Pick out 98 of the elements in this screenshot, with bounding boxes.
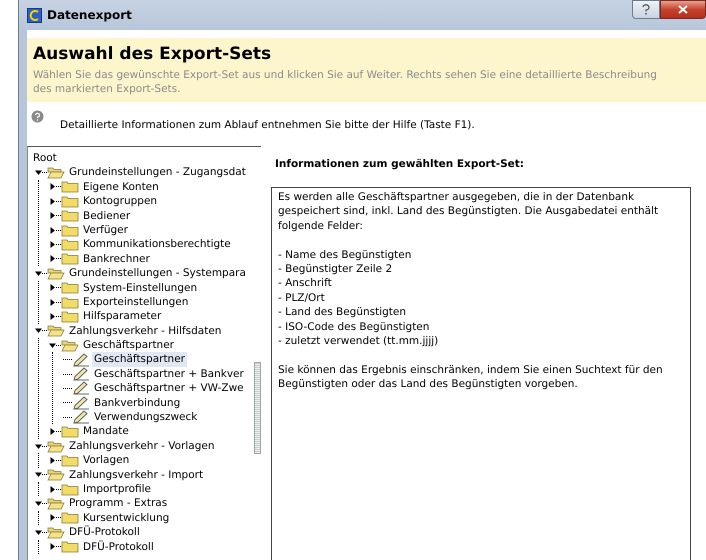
tree-item[interactable]: Kontogruppen [81,194,160,209]
field-list-item: - PLZ/Ort [278,290,326,306]
collapse-arrow-icon[interactable] [49,342,56,349]
expand-arrow-icon[interactable] [49,241,56,248]
collapse-arrow-icon[interactable] [35,270,42,277]
tree-item[interactable]: Geschäftspartner + Bankver [92,366,246,382]
field-list-item: - Begünstigter Zeile 2 [278,262,394,276]
help-text: Detaillierte Informationen zum Ablauf entnehmen Sie bitte der Hilfe (Taste F1). [60,119,475,131]
tree-item[interactable]: Hilfsparameter [81,309,164,324]
tree-item[interactable]: Bediener [81,208,132,223]
expand-arrow-icon[interactable] [49,428,56,436]
pencil-icon [72,381,90,396]
pencil-icon [72,396,90,410]
tree-item[interactable]: Programm - Extras [67,496,170,511]
collapse-arrow-icon[interactable] [35,500,42,508]
expand-arrow-icon[interactable] [49,212,56,220]
expand-arrow-icon[interactable] [49,198,56,205]
folder-icon [61,281,79,294]
expand-arrow-icon[interactable] [49,486,56,493]
pencil-icon [72,367,90,382]
tree-item[interactable]: Verwendungszweck [92,410,200,424]
folder-icon [61,209,79,222]
folder-icon [61,482,79,496]
tree-item[interactable]: Zahlungsverkehr - Vorlagen [67,438,216,454]
help-icon [31,110,44,123]
open-folder-icon [47,526,65,539]
field-list-item: - Name des Begünstigten [278,248,412,262]
open-folder-icon [47,497,65,510]
folder-icon [61,540,79,554]
page-description: Wählen Sie das gewünschte Export-Set aus und klicken Sie auf Weiter. Rechts sehen Sie eine detaillierte Beschreibung des markierten Export-Sets. [33,68,658,96]
tree-item[interactable]: DFÜ-Protokoll [67,525,142,540]
tree-item[interactable]: Verfüger [81,222,130,238]
description-text: Es werden alle Geschäftspartner ausgegeben, die in der Datenbank gespeichert sind, inkl. Land des Begünstigten. Die Ausgabedatei enthält folgende Felder: [278,190,660,234]
expand-arrow-icon[interactable] [49,456,56,464]
tree-item[interactable]: Zahlungsverkehr - Hilfsdaten [67,324,224,338]
folder-icon [61,180,79,194]
tree-root[interactable]: Root [33,151,261,166]
close-button[interactable] [660,0,706,19]
folder-icon [61,454,79,467]
folder-icon [61,224,79,237]
expand-arrow-icon[interactable] [49,226,56,234]
collapse-arrow-icon[interactable] [35,327,42,334]
folder-icon [61,238,79,252]
euro-icon [27,8,42,22]
tree-item[interactable]: Kursentwicklung [81,510,172,526]
window-title: Datenexport [47,8,132,22]
open-folder-icon [61,338,79,352]
tree-item[interactable]: Mandate [81,424,131,439]
field-list-item: - ISO-Code des Begünstigten [278,320,430,334]
open-folder-icon [47,266,65,280]
expand-arrow-icon[interactable] [49,284,56,292]
open-folder-icon [47,440,65,452]
collapse-arrow-icon[interactable] [35,528,42,536]
collapse-arrow-icon[interactable] [35,169,42,176]
close-icon [678,5,688,14]
tree-item[interactable]: Geschäftspartner [81,338,176,352]
pencil-icon [72,410,90,424]
expand-arrow-icon[interactable] [49,298,56,306]
folder-icon [61,194,79,208]
tree-item[interactable]: Bankrechner [81,252,152,266]
tree-item[interactable]: Exporteinstellungen [81,294,190,310]
expand-arrow-icon[interactable] [49,183,56,190]
open-folder-icon [47,324,65,338]
collapse-arrow-icon[interactable] [35,442,42,450]
tree-item[interactable]: Grundeinstellungen - Zugangsdat [67,165,248,180]
field-list-item: - Land des Begünstigten [278,305,408,320]
expand-arrow-icon[interactable] [49,543,56,550]
pencil-icon [72,352,90,367]
tree-item[interactable]: Importprofile [81,482,154,496]
info-heading: Informationen zum gewählten Export-Set: [274,157,526,172]
tree-item[interactable]: Kommunikationsberechtigte [81,237,233,252]
tree-item[interactable]: Vorlagen [81,453,132,468]
help-button[interactable] [632,0,660,19]
field-list-item: - Anschrift [278,276,333,291]
open-folder-icon [47,468,65,482]
tree-item[interactable]: DFÜ-Protokoll [81,540,156,554]
help-icon [642,4,650,15]
collapse-arrow-icon[interactable] [35,471,42,478]
scrollbar-thumb[interactable] [254,362,261,454]
open-folder-icon [47,166,65,180]
tree-item[interactable]: Bankverbindung [92,396,182,410]
expand-arrow-icon[interactable] [49,514,56,522]
tree-item[interactable]: Geschäftspartner [92,352,187,367]
tree-item[interactable]: System-Einstellungen [81,280,200,295]
expand-arrow-icon[interactable] [49,312,56,320]
field-list-item: - zuletzt verwendet (tt.mm.jjjj) [278,334,440,348]
folder-icon [61,296,79,309]
folder-icon [61,252,79,266]
folder-icon [61,425,79,438]
page-heading: Auswahl des Export-Sets [33,44,272,64]
tree-item[interactable]: Eigene Konten [81,180,161,194]
expand-arrow-icon[interactable] [49,255,56,262]
tree-item[interactable]: Geschäftspartner + VW-Zwe [92,381,246,396]
folder-icon [61,310,79,323]
description-note: Sie können das Ergebnis einschränken, indem Sie einen Suchtext für den Begünstigten oder das Land des Begünstigten vorgeben. [278,362,664,392]
folder-icon [61,511,79,524]
tree-item[interactable]: Grundeinstellungen - Systempara [67,266,248,281]
tree-item[interactable]: Zahlungsverkehr - Import [67,468,206,482]
